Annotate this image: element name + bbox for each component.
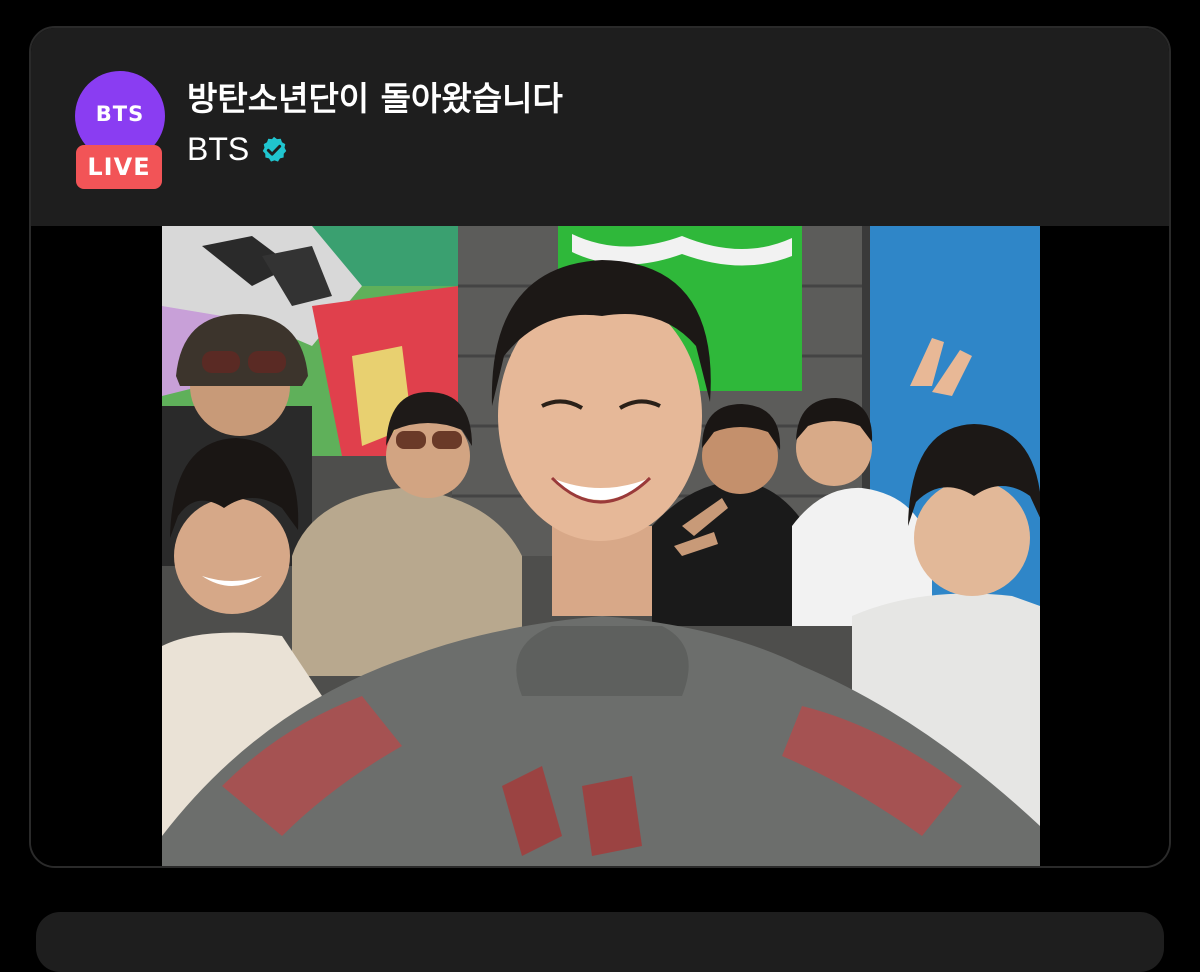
photo-illustration (162, 226, 1040, 866)
channel-name[interactable]: BTS (187, 131, 249, 168)
group-selfie-photo[interactable] (162, 226, 1040, 866)
live-badge: LIVE (76, 145, 162, 189)
channel-avatar[interactable]: BTS LIVE (75, 71, 165, 191)
avatar-label: BTS (95, 102, 145, 126)
post-header: BTS LIVE 방탄소년단이 돌아왔습니다 BTS (31, 28, 1169, 226)
post-title[interactable]: 방탄소년단이 돌아왔습니다 (187, 72, 563, 120)
channel-row[interactable]: BTS (187, 131, 289, 168)
live-badge-label: LIVE (87, 153, 151, 181)
next-post-card[interactable] (36, 912, 1164, 972)
post-card[interactable]: BTS LIVE 방탄소년단이 돌아왔습니다 BTS (29, 26, 1171, 868)
post-media[interactable] (31, 226, 1169, 866)
verified-badge-icon (262, 136, 287, 162)
